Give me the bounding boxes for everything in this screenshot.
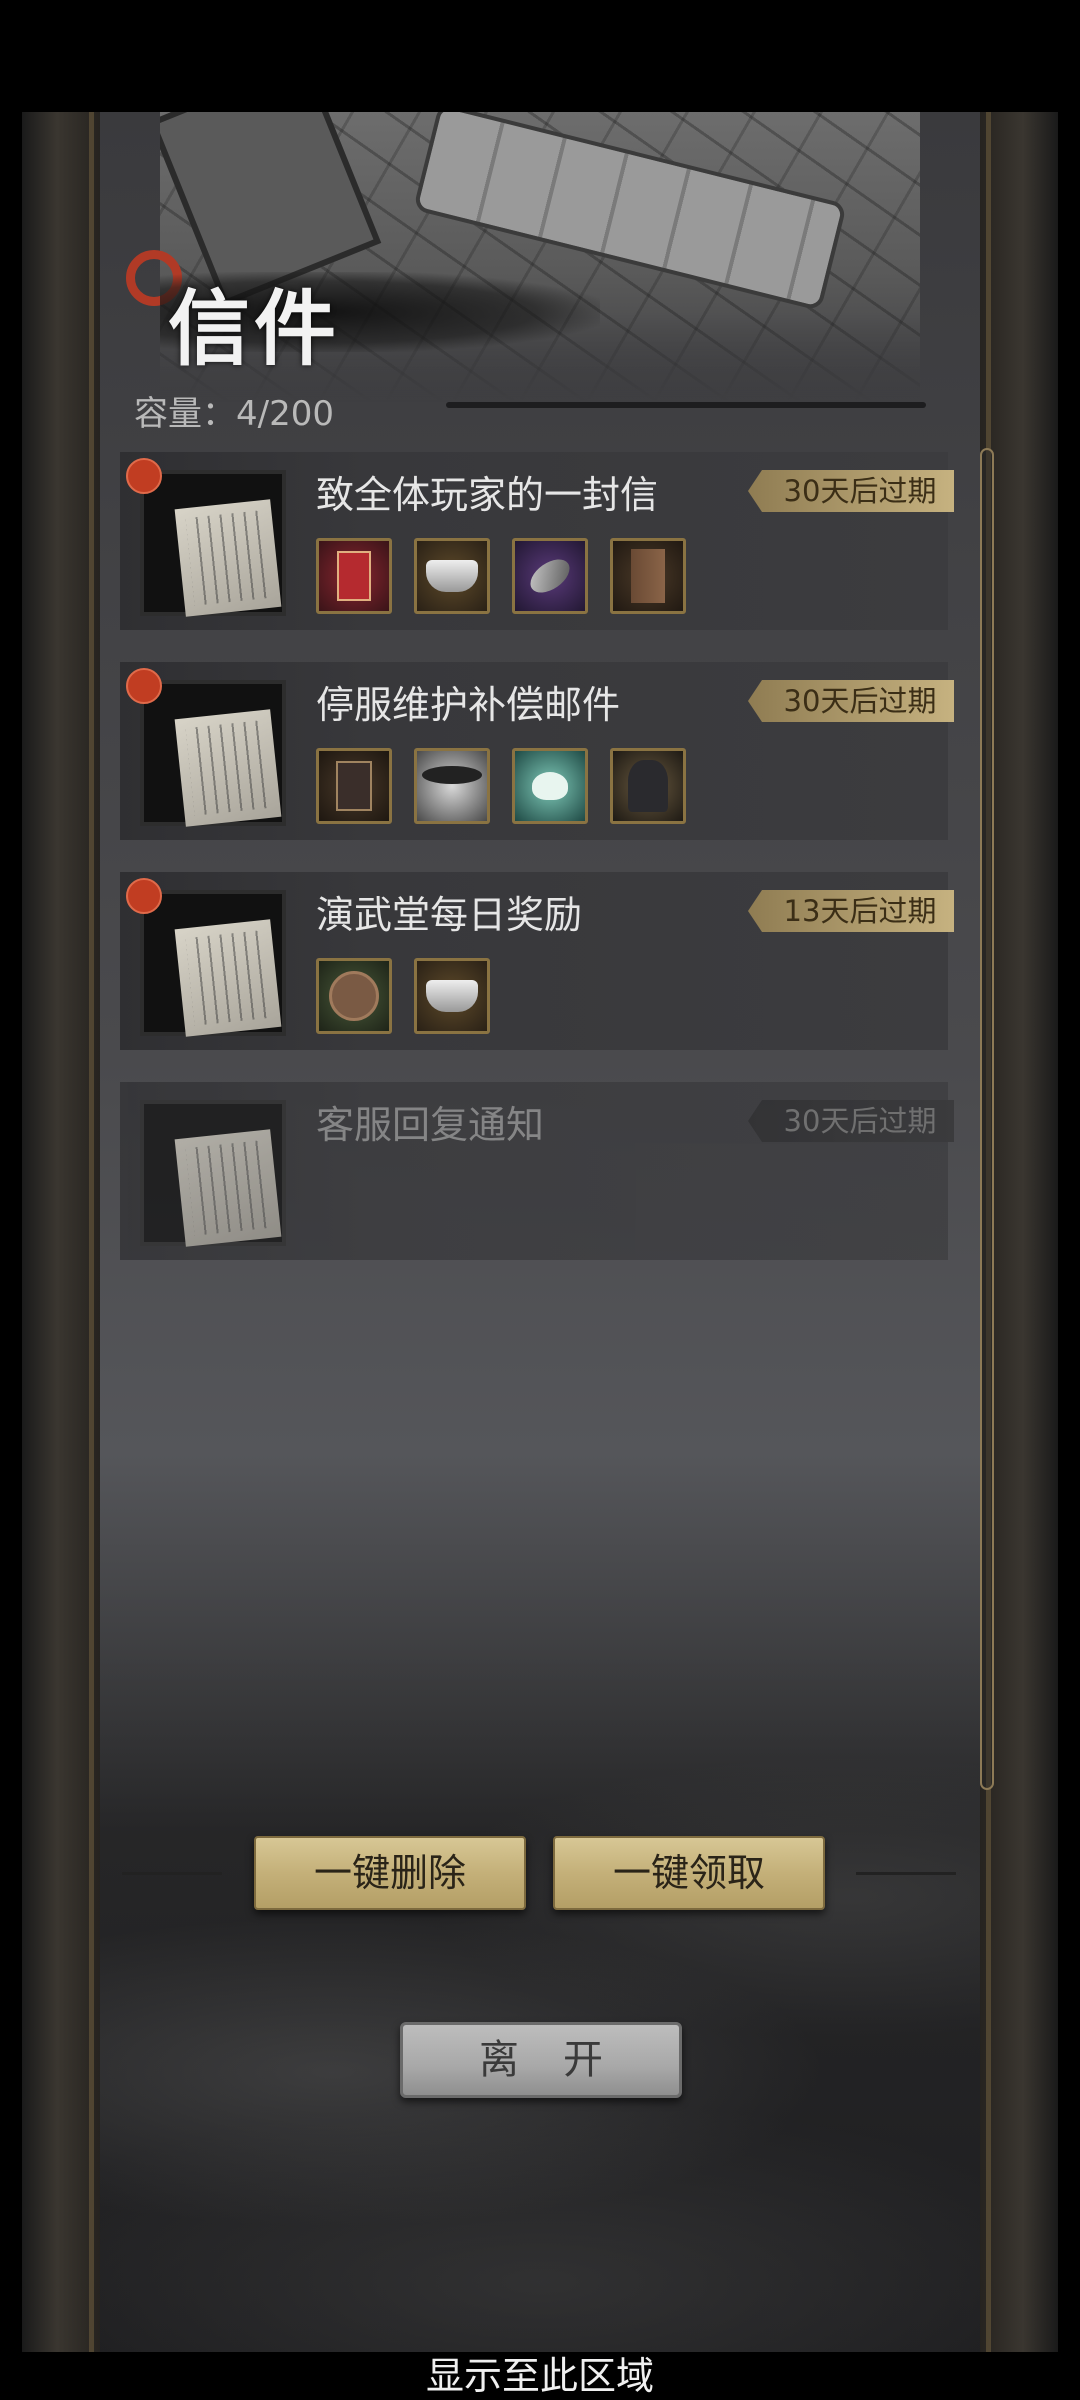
left-pillar bbox=[22, 112, 100, 2352]
display-area-hint: 显示至此区域 bbox=[425, 2354, 654, 2398]
right-divider bbox=[856, 1872, 956, 1875]
gem-stone-icon[interactable] bbox=[512, 538, 588, 614]
mail-item[interactable]: 演武堂每日奖励 13天后过期 bbox=[120, 872, 954, 1050]
left-divider bbox=[122, 1872, 222, 1875]
mail-thumbnail bbox=[140, 470, 286, 617]
wood-plank-icon[interactable] bbox=[610, 538, 686, 614]
mail-item[interactable]: 客服回复通知 30天后过期 bbox=[120, 1082, 954, 1260]
seal-token-icon[interactable] bbox=[316, 748, 392, 824]
reward-list bbox=[316, 748, 686, 824]
capacity-divider bbox=[446, 402, 926, 408]
mail-thumbnail bbox=[140, 1100, 286, 1247]
leave-button[interactable]: 离开 bbox=[400, 2022, 682, 2098]
reward-list bbox=[316, 958, 490, 1034]
expire-tag: 30天后过期 bbox=[748, 470, 954, 512]
unread-dot-icon bbox=[126, 878, 162, 914]
mail-title: 客服回复通知 bbox=[316, 1103, 545, 1147]
armored-warrior-icon[interactable] bbox=[610, 748, 686, 824]
claim-all-button[interactable]: 一键领取 bbox=[553, 1836, 825, 1910]
delete-all-button[interactable]: 一键删除 bbox=[254, 1836, 526, 1910]
mail-thumbnail bbox=[140, 680, 286, 827]
red-token-icon[interactable] bbox=[316, 538, 392, 614]
unread-dot-icon bbox=[126, 668, 162, 704]
mail-item[interactable]: 致全体玩家的一封信 30天后过期 bbox=[120, 452, 954, 630]
silver-ingot-icon[interactable] bbox=[414, 958, 490, 1034]
mail-item[interactable]: 停服维护补偿邮件 30天后过期 bbox=[120, 662, 954, 840]
mail-list-scrollbar[interactable] bbox=[980, 448, 994, 1790]
page-title: 信件 bbox=[168, 281, 341, 377]
mail-thumbnail bbox=[140, 890, 286, 1037]
expire-tag: 30天后过期 bbox=[748, 1100, 954, 1142]
reward-list bbox=[316, 538, 686, 614]
mail-title: 演武堂每日奖励 bbox=[316, 893, 583, 937]
mail-title: 停服维护补偿邮件 bbox=[316, 683, 621, 727]
expire-tag: 13天后过期 bbox=[748, 890, 954, 932]
mail-screen: 信件 容量：4/200 致全体玩家的一封信 30天后过期 停服维护补偿邮件 30 bbox=[0, 0, 1080, 2400]
lotus-icon[interactable] bbox=[512, 748, 588, 824]
silver-ingot-icon[interactable] bbox=[414, 538, 490, 614]
character-portrait-icon[interactable] bbox=[414, 748, 490, 824]
mail-title: 致全体玩家的一封信 bbox=[316, 473, 659, 517]
unread-dot-icon bbox=[126, 458, 162, 494]
expire-tag: 30天后过期 bbox=[748, 680, 954, 722]
copper-coin-icon[interactable] bbox=[316, 958, 392, 1034]
capacity-label: 容量：4/200 bbox=[134, 394, 334, 434]
